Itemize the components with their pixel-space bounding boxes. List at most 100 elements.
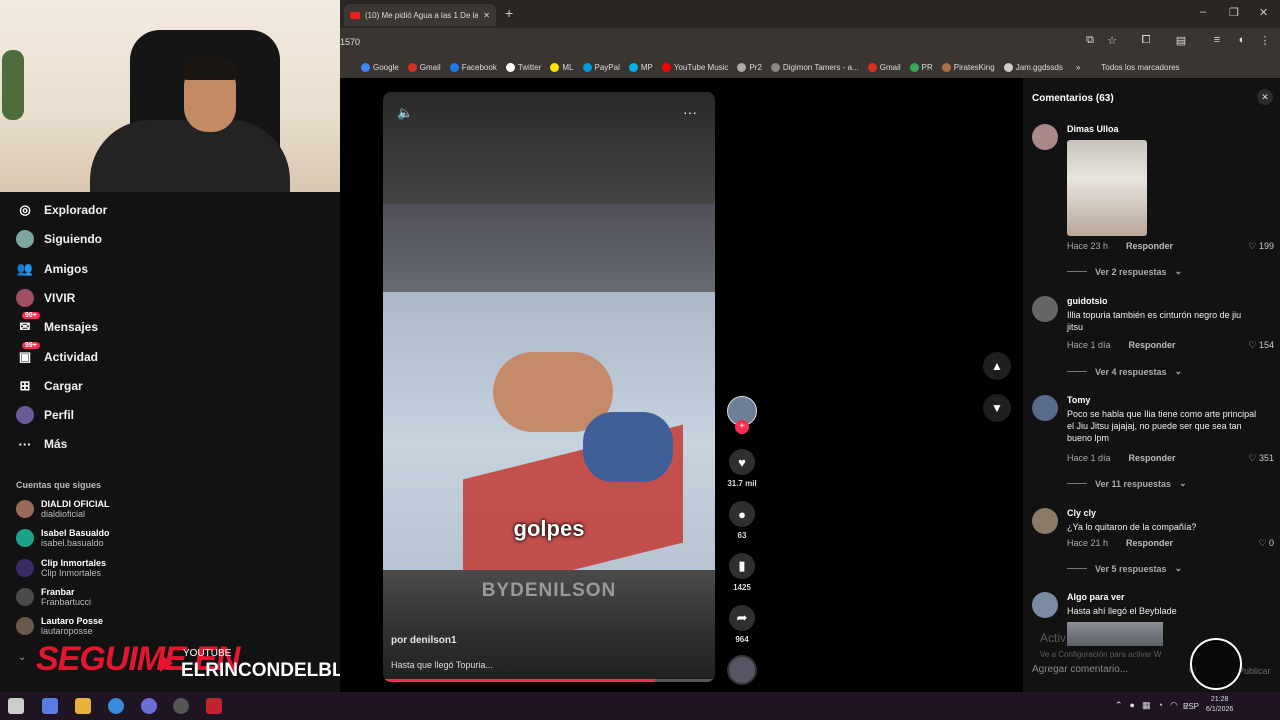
file-explorer-icon[interactable] [75,698,91,714]
sidebar-item-actividad[interactable]: ▣ 99+ Actividad [16,341,98,366]
followed-account[interactable]: Lautaro Posse lautaroposse [16,616,103,636]
comment-like-button[interactable]: ♡ 154 [1248,340,1274,351]
comment-author[interactable]: Algo para ver [1067,592,1125,602]
followed-account[interactable]: Franbar Franbartucci [16,587,91,607]
comment-author[interactable]: Cly cly [1067,508,1096,518]
bookmark-item[interactable]: PayPal [582,62,620,72]
mic-icon[interactable]: ● [1130,700,1135,711]
avatar[interactable] [1032,508,1058,534]
app-icon[interactable] [206,698,222,714]
star-icon[interactable]: ☆ [1105,34,1119,48]
sidebar-item-siguiendo[interactable]: Siguiendo [16,230,102,249]
video-author[interactable]: por denilson1 [391,635,457,646]
bookmark-item[interactable]: Twitter [505,62,541,72]
reply-button[interactable]: Responder [1129,453,1176,463]
media-icon[interactable]: ≡ [1210,34,1224,48]
bookmark-item[interactable]: PR [909,62,933,72]
maximize-button[interactable]: ❐ [1229,6,1239,19]
profile-icon[interactable]: ◐ [1235,34,1249,48]
screenshot-icon[interactable]: ⧉ [1083,34,1097,48]
avatar[interactable] [1032,395,1058,421]
avatar[interactable] [1032,124,1058,150]
bookmark-item[interactable]: Jam.ggdssds [1003,62,1063,72]
sidebar-item-perfil[interactable]: Perfil [16,406,74,425]
video-player[interactable]: golpes BYDENILSON por denilson1 Hasta qu… [383,92,715,682]
bookmarks-more-icon[interactable]: » [1076,63,1080,72]
view-replies-button[interactable]: Ver 4 respuestas ⌄ [1067,366,1182,377]
next-video-button[interactable]: ▼ [983,394,1011,422]
close-icon[interactable]: ✕ [1257,89,1273,105]
windows-start-icon[interactable] [8,698,24,714]
bookmark-item[interactable]: ML [550,62,574,72]
post-button[interactable]: Publicar [1238,666,1271,676]
sidebar-item-amigos[interactable]: 👥 Amigos [16,260,88,278]
sidebar-item-explorador[interactable]: ◎ Explorador [16,201,107,219]
extensions-icon[interactable]: ⧠ [1139,34,1153,48]
progress-bar[interactable] [383,679,715,682]
comment-like-button[interactable]: ♡ 0 [1258,538,1274,549]
comment-input[interactable]: Agregar comentario... [1032,659,1182,681]
comment-author[interactable]: Tomy [1067,395,1090,405]
bookmark-item[interactable]: Pr2 [737,62,762,72]
volume-icon[interactable]: 🔈 [397,105,413,121]
chevron-up-icon[interactable]: ⌃ [1115,700,1123,711]
comment-button[interactable]: ● 63 [725,501,759,540]
close-window-button[interactable]: ✕ [1259,6,1268,19]
bookmark-item[interactable]: Digimon Tamers - a... [770,62,859,72]
view-replies-button[interactable]: Ver 2 respuestas ⌄ [1067,266,1182,277]
bookmark-item[interactable]: Gmail [407,62,441,72]
system-tray[interactable]: ⌃ ● ▦ ◔ ◠ ♪ [1115,700,1189,711]
wifi-icon[interactable]: ◠ [1170,700,1178,711]
avatar[interactable] [1032,592,1058,618]
bookmark-item[interactable]: Google [361,62,399,72]
obs-icon[interactable] [173,698,189,714]
tab-close-icon[interactable]: ✕ [483,11,490,20]
video-description[interactable]: Hasta que llegó Topuria... [391,660,493,670]
reply-button[interactable]: Responder [1129,340,1176,350]
view-replies-button[interactable]: Ver 11 respuestas ⌄ [1067,478,1187,489]
chrome-icon[interactable] [108,698,124,714]
clock[interactable]: 21:28 6/1/2026 [1206,695,1233,715]
sidebar-item-más[interactable]: ··· Más [16,435,68,453]
music-disc[interactable] [727,655,757,685]
previous-video-button[interactable]: ▲ [983,352,1011,380]
network-icon[interactable]: ▦ [1142,700,1151,711]
like-button[interactable]: ♥ 31.7 mil [725,449,759,488]
comment-like-button[interactable]: ♡ 199 [1248,241,1274,252]
all-bookmarks-button[interactable]: Todos los marcadores [1101,63,1179,72]
bookmark-item[interactable]: Facebook [449,62,497,72]
discord-icon[interactable] [141,698,157,714]
reply-button[interactable]: Responder [1126,538,1173,548]
followed-account[interactable]: Clip Inmortales Clip Inmortales [16,558,106,578]
headset-icon[interactable]: ◔ [1158,700,1163,711]
share-button[interactable]: ➦ 964 [725,605,759,644]
sidebar-item-mensajes[interactable]: ✉ 99+ Mensajes [16,312,98,336]
save-button[interactable]: ▮ 1425 [725,553,759,592]
avatar[interactable] [1032,296,1058,322]
sidebar-item-cargar[interactable]: ⊞ Cargar [16,377,83,395]
comment-author[interactable]: guidotsio [1067,296,1108,306]
comment-like-button[interactable]: ♡ 351 [1248,453,1274,464]
extension-icon[interactable]: ▤ [1174,34,1188,48]
bookmark-item[interactable]: PiratesKing [941,62,995,72]
language-indicator[interactable]: ESP [1183,702,1199,711]
url-text[interactable]: 1570 [340,37,360,47]
bookmark-item[interactable]: YouTube Music [661,62,728,72]
minimize-button[interactable]: – [1200,6,1206,18]
menu-icon[interactable]: ⋮ [1258,34,1272,48]
comment-image[interactable] [1067,622,1163,646]
reply-button[interactable]: Responder [1126,241,1173,251]
new-tab-button[interactable]: + [505,5,513,21]
bookmark-item[interactable]: MP [628,62,653,72]
followed-account[interactable]: DIALDI OFICIAL dialdioficial [16,499,110,519]
comment-image[interactable] [1067,140,1147,236]
bookmark-item[interactable]: Gmail [867,62,901,72]
follow-plus-icon[interactable]: + [735,420,749,434]
browser-tab[interactable]: (10) Me pidió Agua a las 1 De la ✕ [344,4,496,26]
collapse-icon[interactable]: ⌄ [18,652,26,663]
more-options-icon[interactable]: ··· [683,104,697,120]
copilot-icon[interactable] [42,698,58,714]
comment-author[interactable]: Dimas Ulloa [1067,124,1119,134]
sidebar-item-vivir[interactable]: VIVIR [16,288,75,307]
view-replies-button[interactable]: Ver 5 respuestas ⌄ [1067,563,1182,574]
